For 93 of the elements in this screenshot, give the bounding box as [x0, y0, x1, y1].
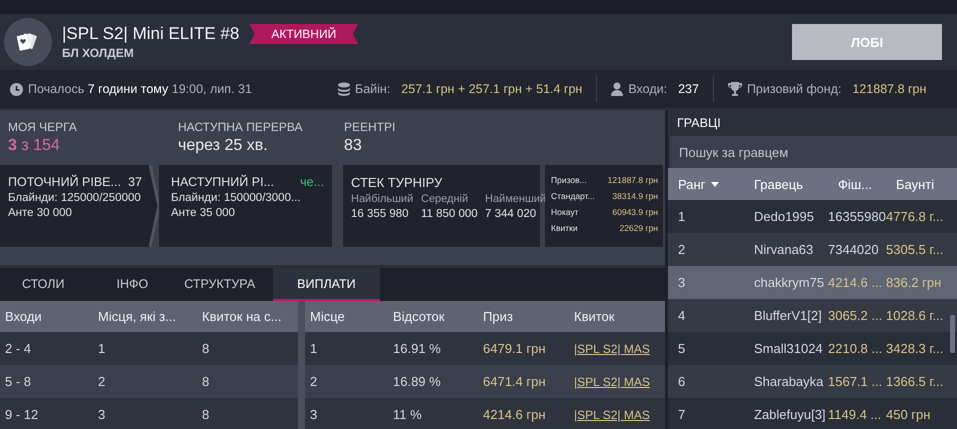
entries-value: 237: [678, 82, 699, 96]
game-type: БЛ ХОЛДЕМ: [62, 46, 135, 60]
entries-label: Входи:: [628, 82, 668, 96]
table-cell: 8: [197, 398, 298, 429]
tab[interactable]: ВИПЛАТИ: [273, 268, 380, 301]
ante-text: Анте 35 000: [171, 207, 236, 219]
stat-label: НАСТУПНА ПЕРЕРВА: [178, 120, 304, 134]
prize-value: 38314.9 грн: [612, 190, 658, 203]
stack-title: СТЕК ТУРНІРУ: [351, 175, 444, 190]
table-cell[interactable]: 2: [668, 233, 744, 266]
chips-cell[interactable]: 1567.1 ...: [828, 365, 886, 398]
buyin-value: 257.1 грн + 257.1 грн + 51.4 грн: [401, 82, 582, 96]
stat-label: РЕЕНТРІ: [344, 120, 396, 134]
blinds-text: Блайнди: 125000/250000: [8, 192, 142, 204]
column-header: Квиток: [569, 301, 665, 332]
player-search-field[interactable]: Пошук за гравцем: [668, 136, 957, 168]
level-title: ПОТОЧНИЙ РІВЕ...: [8, 175, 121, 189]
tab[interactable]: СТОЛИ: [0, 268, 98, 301]
table-cell: 11 %: [388, 398, 478, 429]
prize-value: 60943.9 грн: [612, 206, 658, 219]
column-header[interactable]: Фіш...: [828, 168, 886, 200]
player-name[interactable]: Nirvana63: [744, 233, 828, 266]
prize-pool-value: 121887.8 грн: [852, 82, 926, 96]
column-header: Входи: [0, 301, 93, 332]
prize-label: Квитки: [551, 222, 578, 235]
level-title: НАСТУПНИЙ РІ...: [171, 175, 274, 189]
player-name[interactable]: Sharabayka: [744, 365, 828, 398]
tournament-title: |SPL S2| Mini ELITE #8: [62, 24, 240, 44]
chips-cell[interactable]: 3065.2 ...: [828, 299, 886, 332]
stack-value: 16 355 980: [351, 208, 410, 220]
scrollbar-thumb[interactable]: [950, 315, 955, 353]
player-name[interactable]: BlufferV1[2]: [744, 299, 828, 332]
table-cell: 2: [93, 365, 197, 398]
column-header[interactable]: Гравець: [744, 168, 828, 200]
prize-value: 121887.8 грн: [608, 174, 658, 187]
prize-cell: 4214.6 грн: [478, 398, 569, 429]
column-header: Місця, які з...: [93, 301, 197, 332]
table-cell[interactable]: 3: [668, 266, 744, 299]
stack-value: 11 850 000: [421, 208, 479, 220]
prize-label: Призов...: [551, 174, 587, 187]
tab[interactable]: ІНФО: [98, 268, 166, 301]
table-cell: 8: [197, 365, 298, 398]
column-header: Відсоток: [388, 301, 478, 332]
stat-value: 83: [344, 137, 363, 155]
table-cell: 5 - 8: [0, 365, 93, 398]
table-cell: 8: [197, 332, 298, 365]
prize-cell: 6471.4 грн: [478, 365, 569, 398]
ante-text: Анте 30 000: [8, 207, 73, 219]
status-badge: АКТИВНИЙ: [249, 24, 358, 44]
table-cell: 2 - 4: [0, 332, 93, 365]
bounty-cell[interactable]: 1028.6 г...: [886, 299, 957, 332]
tab[interactable]: СТРУКТУРА: [166, 268, 274, 301]
table-cell: 16.91 %: [388, 332, 478, 365]
column-header: Місце: [305, 301, 388, 332]
table-cell: 1: [93, 332, 197, 365]
start-time-text: Почалось 7 години тому 19:00, лип. 31: [28, 82, 252, 96]
stat-value: 3 з 154: [8, 137, 61, 155]
table-cell: 3: [305, 398, 388, 429]
blinds-text: Блайнди: 150000/3000...: [171, 192, 302, 204]
chips-cell[interactable]: 7344020: [828, 233, 886, 266]
column-header: Квиток на с...: [197, 301, 298, 332]
person-icon: [611, 82, 624, 96]
cards-logo-icon: [4, 18, 52, 66]
stack-label: Найбільший: [351, 193, 414, 205]
bounty-cell[interactable]: 1366.5 г...: [886, 365, 957, 398]
table-cell: 2: [305, 365, 388, 398]
level-time: че...: [300, 175, 324, 189]
buyin-label: Байін:: [355, 82, 390, 96]
column-header: Приз: [478, 301, 569, 332]
stack-value: 7 344 020: [485, 208, 538, 220]
prize-label: Нокаут: [551, 206, 579, 219]
prize-value: 22629 грн: [619, 222, 658, 235]
column-header[interactable]: Баунті: [886, 168, 957, 200]
clock-icon: [10, 82, 23, 96]
coins-icon: [338, 82, 350, 96]
stack-label: Найменший: [485, 193, 545, 205]
stack-label: Середній: [421, 193, 470, 205]
table-cell[interactable]: 4: [668, 299, 744, 332]
table-cell[interactable]: 6: [668, 365, 744, 398]
prize-label: Стандарт...: [551, 190, 595, 203]
column-header[interactable]: Ранг: [678, 176, 706, 192]
player-name[interactable]: chakkrym75: [744, 266, 828, 299]
trophy-icon: [728, 82, 742, 96]
table-cell: 16.89 %: [388, 365, 478, 398]
prize-pool-label: Призовий фонд:: [746, 82, 842, 96]
stat-value: через 25 хв.: [178, 137, 269, 155]
bounty-cell[interactable]: 5305.5 г...: [886, 233, 957, 266]
table-cell: 1: [305, 332, 388, 365]
prize-cell: 6479.1 грн: [478, 332, 569, 365]
table-cell: 3: [93, 398, 197, 429]
table-cell: 9 - 12: [0, 398, 93, 429]
level-number: 37: [128, 175, 142, 189]
stat-label: МОЯ ЧЕРГА: [8, 120, 78, 134]
